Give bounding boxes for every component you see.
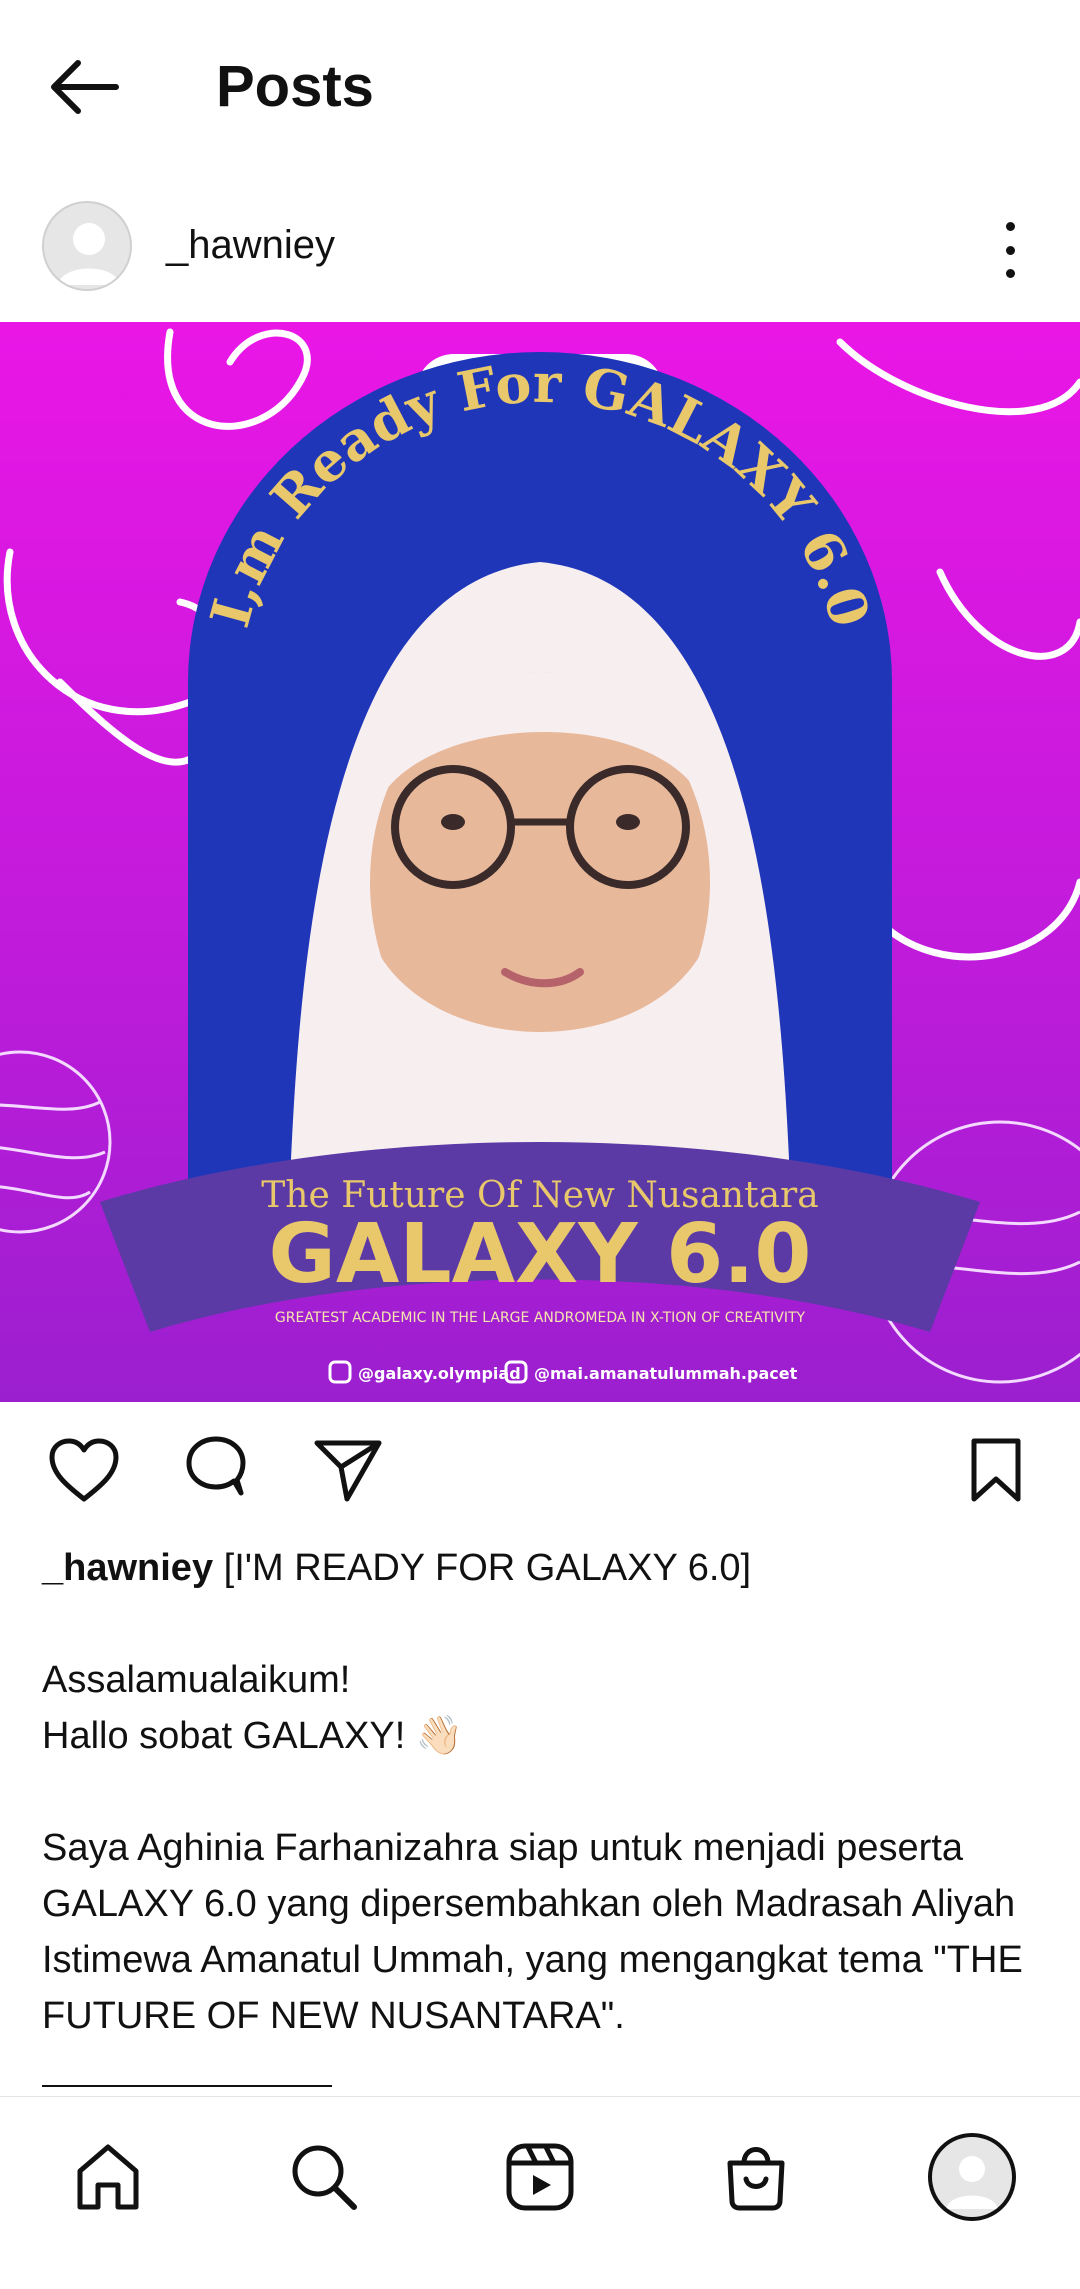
post-caption: _hawniey [I'M READY FOR GALAXY 6.0] Assa… bbox=[42, 1540, 1042, 2044]
home-icon bbox=[77, 2144, 139, 2210]
post-image[interactable]: I,m Ready For GALAXY 6.0 The Future Of N… bbox=[0, 322, 1080, 1402]
default-avatar-icon bbox=[58, 223, 120, 285]
ribbon-title: GALAXY 6.0 bbox=[269, 1207, 812, 1302]
dot-icon bbox=[1005, 269, 1015, 278]
post-header: _hawniey bbox=[0, 190, 1080, 310]
dot-icon bbox=[1005, 222, 1015, 231]
like-button[interactable] bbox=[44, 1430, 124, 1510]
bottom-nav bbox=[0, 2096, 1080, 2289]
arrow-left-icon bbox=[51, 60, 119, 114]
dot-icon bbox=[1005, 245, 1015, 255]
caption-greeting: Assalamualaikum! bbox=[42, 1659, 351, 1701]
profile-avatar bbox=[928, 2133, 1016, 2221]
caption-spacer bbox=[42, 1596, 1042, 1652]
comment-button[interactable] bbox=[176, 1430, 256, 1510]
caption-paragraph: Saya Aghinia Farhanizahra siap untuk men… bbox=[42, 1827, 1023, 2037]
save-button[interactable] bbox=[956, 1430, 1036, 1510]
caption-username[interactable]: _hawniey bbox=[42, 1547, 213, 1589]
search-icon bbox=[292, 2145, 357, 2210]
ribbon-tagline: GREATEST ACADEMIC IN THE LARGE ANDROMEDA… bbox=[275, 1310, 806, 1326]
caption-spacer bbox=[42, 1764, 1042, 1820]
caption-headline: [I'M READY FOR GALAXY 6.0] bbox=[223, 1547, 752, 1589]
bookmark-icon bbox=[971, 1438, 1021, 1502]
handle-school: @mai.amanatulummah.pacet bbox=[534, 1364, 798, 1383]
heart-icon bbox=[49, 1438, 119, 1502]
share-button[interactable] bbox=[308, 1430, 388, 1510]
avatar[interactable] bbox=[42, 201, 132, 291]
nav-search[interactable] bbox=[274, 2127, 374, 2227]
post-actions bbox=[0, 1420, 1080, 1520]
reels-icon bbox=[506, 2143, 574, 2211]
post-username[interactable]: _hawniey bbox=[166, 220, 335, 270]
nav-home[interactable] bbox=[58, 2127, 158, 2227]
default-avatar-icon bbox=[946, 2156, 998, 2209]
shop-icon bbox=[727, 2147, 785, 2211]
back-button[interactable] bbox=[44, 52, 124, 122]
nav-profile[interactable] bbox=[922, 2127, 1022, 2227]
caption-divider bbox=[42, 2085, 332, 2087]
nav-shop[interactable] bbox=[706, 2127, 806, 2227]
top-bar: Posts bbox=[0, 0, 1080, 175]
more-options-button[interactable] bbox=[990, 218, 1030, 282]
galaxy-poster: I,m Ready For GALAXY 6.0 The Future Of N… bbox=[0, 322, 1080, 1402]
caption-hello: Hallo sobat GALAXY! 👋🏻 bbox=[42, 1715, 464, 1757]
page-title: Posts bbox=[216, 54, 374, 119]
caption-headline-line: _hawniey [I'M READY FOR GALAXY 6.0] bbox=[42, 1540, 1042, 1596]
share-icon bbox=[314, 1440, 382, 1502]
nav-reels[interactable] bbox=[490, 2127, 590, 2227]
comment-icon bbox=[186, 1436, 246, 1496]
handle-galaxy: @galaxy.olympiad bbox=[358, 1364, 521, 1383]
